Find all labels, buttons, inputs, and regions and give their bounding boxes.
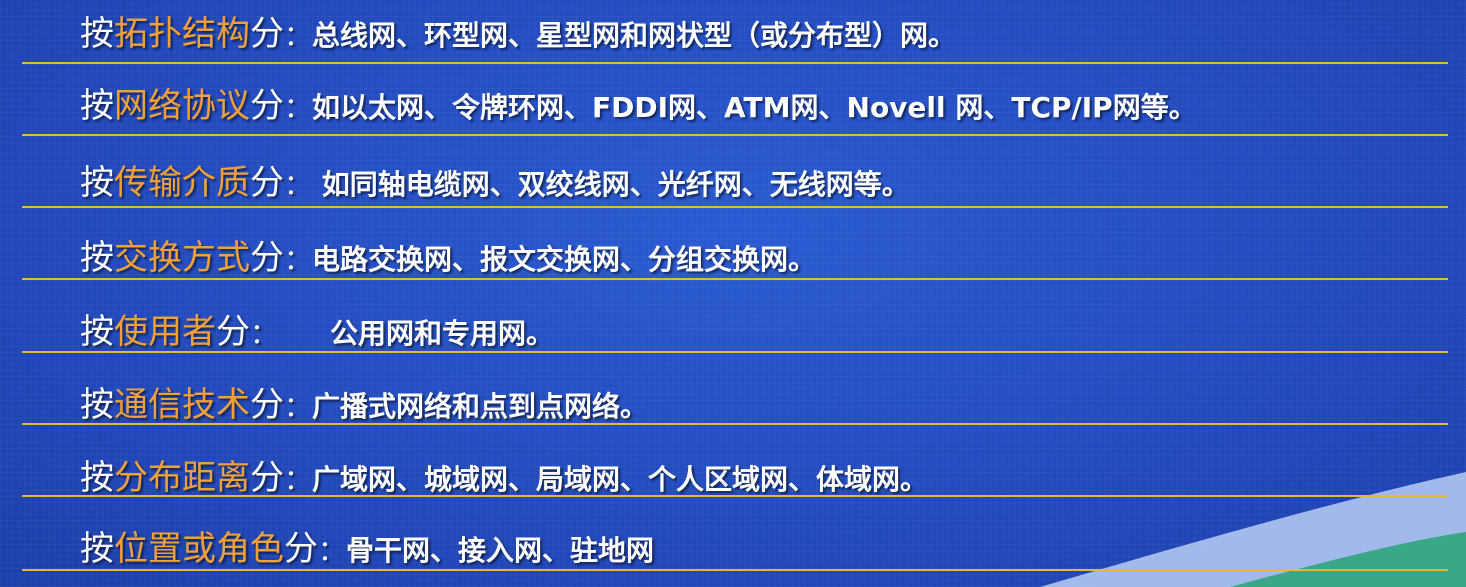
row-suffix: 分 [250,163,284,203]
row-colon: ： [284,243,313,276]
row-description: 总线网、环型网、星型网和网状型（或分布型）网。 [312,19,957,52]
row-suffix: 分 [250,458,284,498]
row-description: 如同轴电缆网、双绞线网、光纤网、无线网等。 [312,168,910,201]
divider-line [22,569,1448,571]
row-colon: ： [284,19,313,52]
category-label: 位置或角色 [114,529,284,569]
row-text: 按传输介质分： 如同轴电缆网、双绞线网、光纤网、无线网等。 [80,163,910,210]
row-colon: ： [284,168,313,201]
category-label: 拓扑结构 [114,14,250,54]
row-text: 按网络协议分：如以太网、令牌环网、FDDI网、ATM网、Novell 网、TCP… [80,86,1197,133]
row-medium: 按传输介质分： 如同轴电缆网、双绞线网、光纤网、无线网等。 [0,145,1466,217]
row-text: 按拓扑结构分：总线网、环型网、星型网和网状型（或分布型）网。 [80,14,956,61]
divider-line [22,278,1448,280]
row-switching: 按交换方式分：电路交换网、报文交换网、分组交换网。 [0,218,1466,290]
divider-line [22,495,1448,497]
category-label: 分布距离 [114,458,250,498]
row-suffix: 分 [284,529,318,569]
row-prefix: 按 [80,14,114,54]
row-text: 按分布距离分：广域网、城域网、局域网、个人区域网、体域网。 [80,458,928,505]
divider-line [22,134,1448,136]
divider-line [22,423,1448,425]
category-label: 使用者 [114,312,216,352]
row-description: 公用网和专用网。 [330,317,555,350]
row-suffix: 分 [250,238,284,278]
divider-line [22,62,1448,64]
row-user: 按使用者分： 公用网和专用网。 [0,292,1466,364]
row-colon: ： [284,91,313,124]
row-prefix: 按 [80,529,114,569]
row-prefix: 按 [80,458,114,498]
row-prefix: 按 [80,385,114,425]
row-description: 电路交换网、报文交换网、分组交换网。 [312,243,817,276]
row-technology: 按通信技术分：广播式网络和点到点网络。 [0,365,1466,437]
divider-line [22,351,1448,353]
row-suffix: 分 [216,312,250,352]
row-prefix: 按 [80,86,114,126]
row-colon: ： [250,317,279,350]
row-description: 广域网、城域网、局域网、个人区域网、体域网。 [312,463,929,496]
row-suffix: 分 [250,14,284,54]
category-label: 传输介质 [114,163,250,203]
row-protocol: 按网络协议分：如以太网、令牌环网、FDDI网、ATM网、Novell 网、TCP… [0,72,1466,144]
row-colon: ： [318,534,347,567]
row-distance: 按分布距离分：广域网、城域网、局域网、个人区域网、体域网。 [0,438,1466,510]
row-suffix: 分 [250,385,284,425]
row-description: 如以太网、令牌环网、FDDI网、ATM网、Novell 网、TCP/IP网等。 [312,91,1197,124]
row-description: 骨干网、接入网、驻地网 [346,534,655,567]
category-label: 通信技术 [114,385,250,425]
divider-line [22,206,1448,208]
row-topology: 按拓扑结构分：总线网、环型网、星型网和网状型（或分布型）网。 [0,0,1466,72]
category-label: 交换方式 [114,238,250,278]
row-description: 广播式网络和点到点网络。 [312,390,649,423]
row-prefix: 按 [80,238,114,278]
row-role: 按位置或角色分：骨干网、接入网、驻地网 [0,511,1466,583]
row-prefix: 按 [80,163,114,203]
row-suffix: 分 [250,86,284,126]
row-colon: ： [284,463,313,496]
row-prefix: 按 [80,312,114,352]
category-label: 网络协议 [114,86,250,126]
row-colon: ： [284,390,313,423]
